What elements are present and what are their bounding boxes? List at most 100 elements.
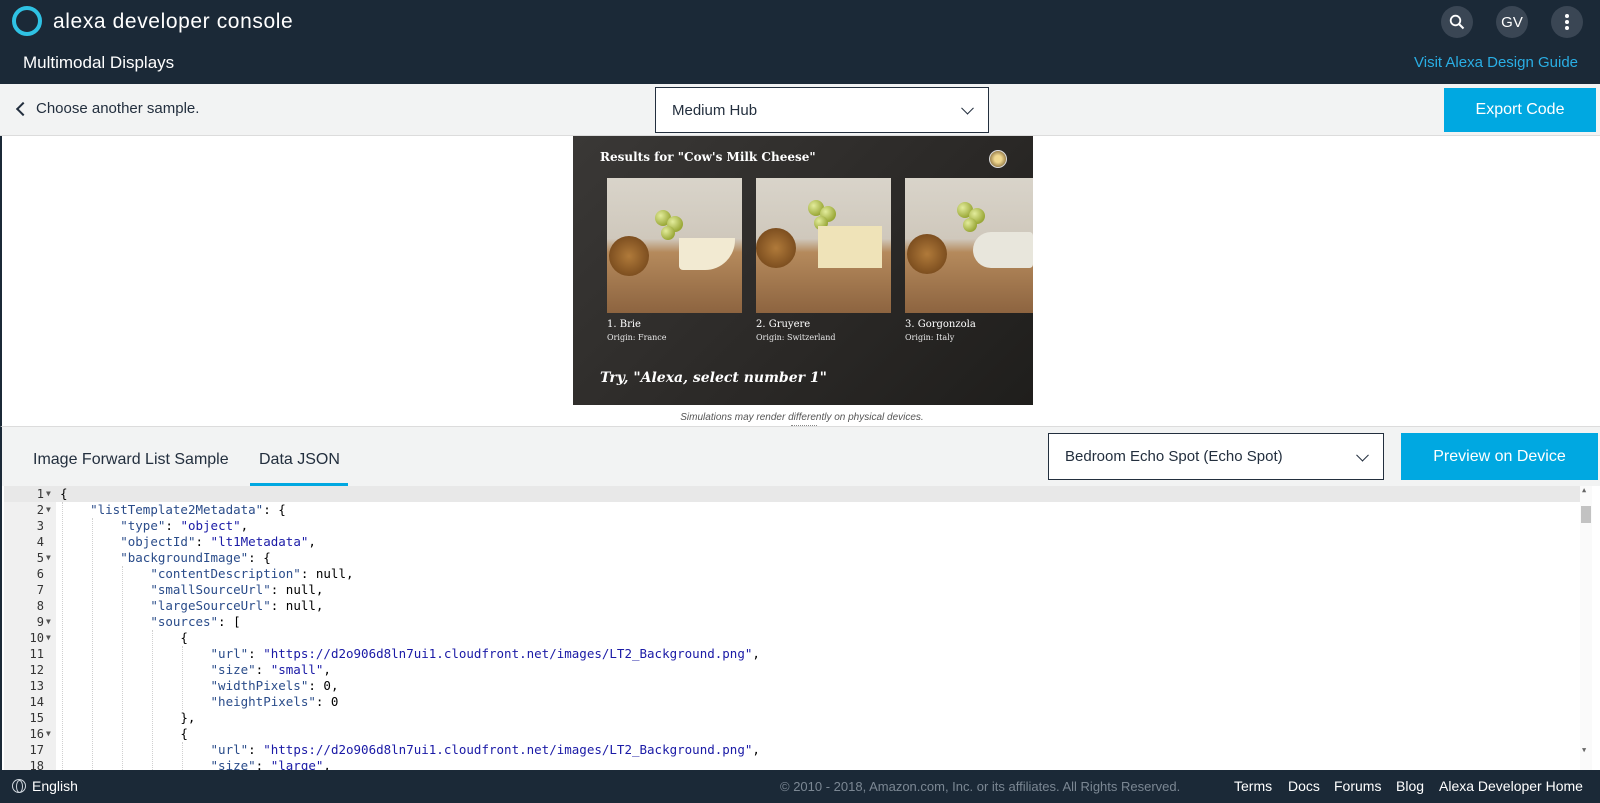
tab-data-json[interactable]: Data JSON <box>259 451 340 469</box>
back-to-samples-link[interactable]: Choose another sample. <box>14 100 199 117</box>
alexa-logo-icon[interactable] <box>12 6 42 36</box>
export-code-button[interactable]: Export Code <box>1444 88 1596 132</box>
code-text: "backgroundImage": { <box>120 550 271 565</box>
gorgonzola-image <box>905 178 1033 313</box>
line-number: 3 <box>36 519 44 533</box>
item-origin: Origin: Italy <box>905 333 955 342</box>
code-text: "largeSourceUrl": null, <box>150 598 324 613</box>
code-line[interactable]: 12 "size": "small", <box>2 662 1582 678</box>
more-vertical-icon <box>1565 14 1569 30</box>
item-name: 2. Gruyere <box>756 319 811 330</box>
footer-link-terms[interactable]: Terms <box>1234 778 1272 794</box>
page-title: Multimodal Displays <box>23 53 175 72</box>
code-line[interactable]: 1 ▼ { <box>2 486 1582 502</box>
code-line[interactable]: 17 "url": "https://d2o906d8ln7ui1.cloudf… <box>2 742 1582 758</box>
code-line[interactable]: 5 ▼ "backgroundImage": { <box>2 550 1582 566</box>
list-item[interactable]: 1. Brie Origin: France <box>607 178 742 342</box>
code-text: "listTemplate2Metadata": { <box>90 502 286 517</box>
code-line[interactable]: 14 "heightPixels": 0 <box>2 694 1582 710</box>
line-number: 8 <box>36 599 44 613</box>
chevron-left-icon <box>15 101 31 116</box>
code-text: "contentDescription": null, <box>150 566 354 581</box>
code-line[interactable]: 9 ▼ "sources": [ <box>2 614 1582 630</box>
editor-tabs-bar: Image Forward List Sample Data JSON Bedr… <box>0 426 1600 486</box>
code-text: { <box>60 726 188 741</box>
app-title[interactable]: alexa developer console <box>53 10 293 34</box>
tab-image-forward-list-sample[interactable]: Image Forward List Sample <box>33 451 229 469</box>
footer-link-alexa-developer-home[interactable]: Alexa Developer Home <box>1439 778 1583 794</box>
line-number: 13 <box>29 679 44 693</box>
search-button[interactable] <box>1441 6 1473 38</box>
code-line[interactable]: 16 ▼ { <box>2 726 1582 742</box>
code-line[interactable]: 10 ▼ { <box>2 630 1582 646</box>
code-text: }, <box>60 710 196 725</box>
code-text: "widthPixels": 0, <box>210 678 339 693</box>
code-text: { <box>60 630 188 645</box>
code-text: { <box>60 486 68 501</box>
footer: English © 2010 - 2018, Amazon.com, Inc. … <box>0 770 1600 803</box>
more-options-button[interactable] <box>1551 6 1583 38</box>
footer-link-docs[interactable]: Docs <box>1288 778 1320 794</box>
footer-link-forums[interactable]: Forums <box>1334 778 1381 794</box>
language-selector[interactable]: English <box>12 778 78 794</box>
line-number: 14 <box>29 695 44 709</box>
fold-toggle-icon[interactable]: ▼ <box>46 502 51 518</box>
code-line[interactable]: 11 "url": "https://d2o906d8ln7ui1.cloudf… <box>2 646 1582 662</box>
fold-toggle-icon[interactable]: ▼ <box>46 614 51 630</box>
fold-toggle-icon[interactable]: ▼ <box>46 726 51 742</box>
item-origin: Origin: Switzerland <box>756 333 836 342</box>
code-line[interactable]: 4 "objectId": "lt1Metadata", <box>2 534 1582 550</box>
line-number: 9 <box>36 615 44 629</box>
voice-hint: Try, "Alexa, select number 1" <box>600 370 827 386</box>
scroll-up-arrow-icon[interactable]: ▲ <box>1582 486 1586 494</box>
line-number: 5 <box>36 551 44 565</box>
search-icon <box>1449 14 1465 30</box>
list-item[interactable]: 2. Gruyere Origin: Switzerland <box>756 178 891 342</box>
device-simulator-screen: Results for "Cow's Milk Cheese" 1. Brie … <box>573 136 1033 405</box>
line-number: 2 <box>36 503 44 517</box>
editor-scrollbar[interactable]: ▲ ▼ <box>1580 486 1592 770</box>
scroll-thumb[interactable] <box>1581 506 1591 523</box>
copyright-text: © 2010 - 2018, Amazon.com, Inc. or its a… <box>780 779 1181 794</box>
code-text: "url": "https://d2o906d8ln7ui1.cloudfron… <box>210 742 760 757</box>
line-number: 10 <box>29 631 44 645</box>
code-line[interactable]: 15 }, <box>2 710 1582 726</box>
sample-toolbar: Choose another sample. Medium Hub Export… <box>0 84 1600 136</box>
code-line[interactable]: 2 ▼ "listTemplate2Metadata": { <box>2 502 1582 518</box>
footer-link-blog[interactable]: Blog <box>1396 778 1424 794</box>
list-item[interactable]: 3. Gorgonzola Origin: Italy <box>905 178 1033 342</box>
code-line[interactable]: 7 "smallSourceUrl": null, <box>2 582 1582 598</box>
language-label: English <box>32 778 78 794</box>
code-line[interactable]: 3 "type": "object", <box>2 518 1582 534</box>
code-line[interactable]: 13 "widthPixels": 0, <box>2 678 1582 694</box>
code-text: "heightPixels": 0 <box>210 694 339 709</box>
user-avatar-button[interactable]: GV <box>1496 6 1528 38</box>
line-number: 4 <box>36 535 44 549</box>
fold-toggle-icon[interactable]: ▼ <box>46 630 51 646</box>
globe-icon <box>12 779 26 793</box>
top-navigation-bar: alexa developer console Multimodal Displ… <box>0 0 1600 84</box>
preview-on-device-button[interactable]: Preview on Device <box>1401 433 1598 480</box>
target-device-select[interactable]: Bedroom Echo Spot (Echo Spot) <box>1048 433 1384 480</box>
line-number: 6 <box>36 567 44 581</box>
code-text: "smallSourceUrl": null, <box>150 582 324 597</box>
line-number: 17 <box>29 743 44 757</box>
fold-toggle-icon[interactable]: ▼ <box>46 550 51 566</box>
cheese-logo-icon <box>989 150 1007 168</box>
code-text: "type": "object", <box>120 518 249 533</box>
code-line[interactable]: 8 "largeSourceUrl": null, <box>2 598 1582 614</box>
design-guide-link[interactable]: Visit Alexa Design Guide <box>1414 54 1578 71</box>
code-line[interactable]: 6 "contentDescription": null, <box>2 566 1582 582</box>
line-number: 7 <box>36 583 44 597</box>
chevron-down-icon <box>1356 448 1369 462</box>
target-device-value: Bedroom Echo Spot (Echo Spot) <box>1065 448 1283 465</box>
fold-toggle-icon[interactable]: ▼ <box>46 486 51 502</box>
item-name: 1. Brie <box>607 319 641 330</box>
line-number: 11 <box>29 647 44 661</box>
back-label: Choose another sample. <box>36 100 200 117</box>
item-origin: Origin: France <box>607 333 667 342</box>
json-code-editor[interactable]: 1 ▼{2 ▼ "listTemplate2Metadata": {3 "type"… <box>0 486 1600 773</box>
scroll-down-arrow-icon[interactable]: ▼ <box>1582 746 1586 754</box>
device-size-select[interactable]: Medium Hub <box>655 87 989 133</box>
simulation-disclaimer: Simulations may render differently on ph… <box>680 412 924 423</box>
